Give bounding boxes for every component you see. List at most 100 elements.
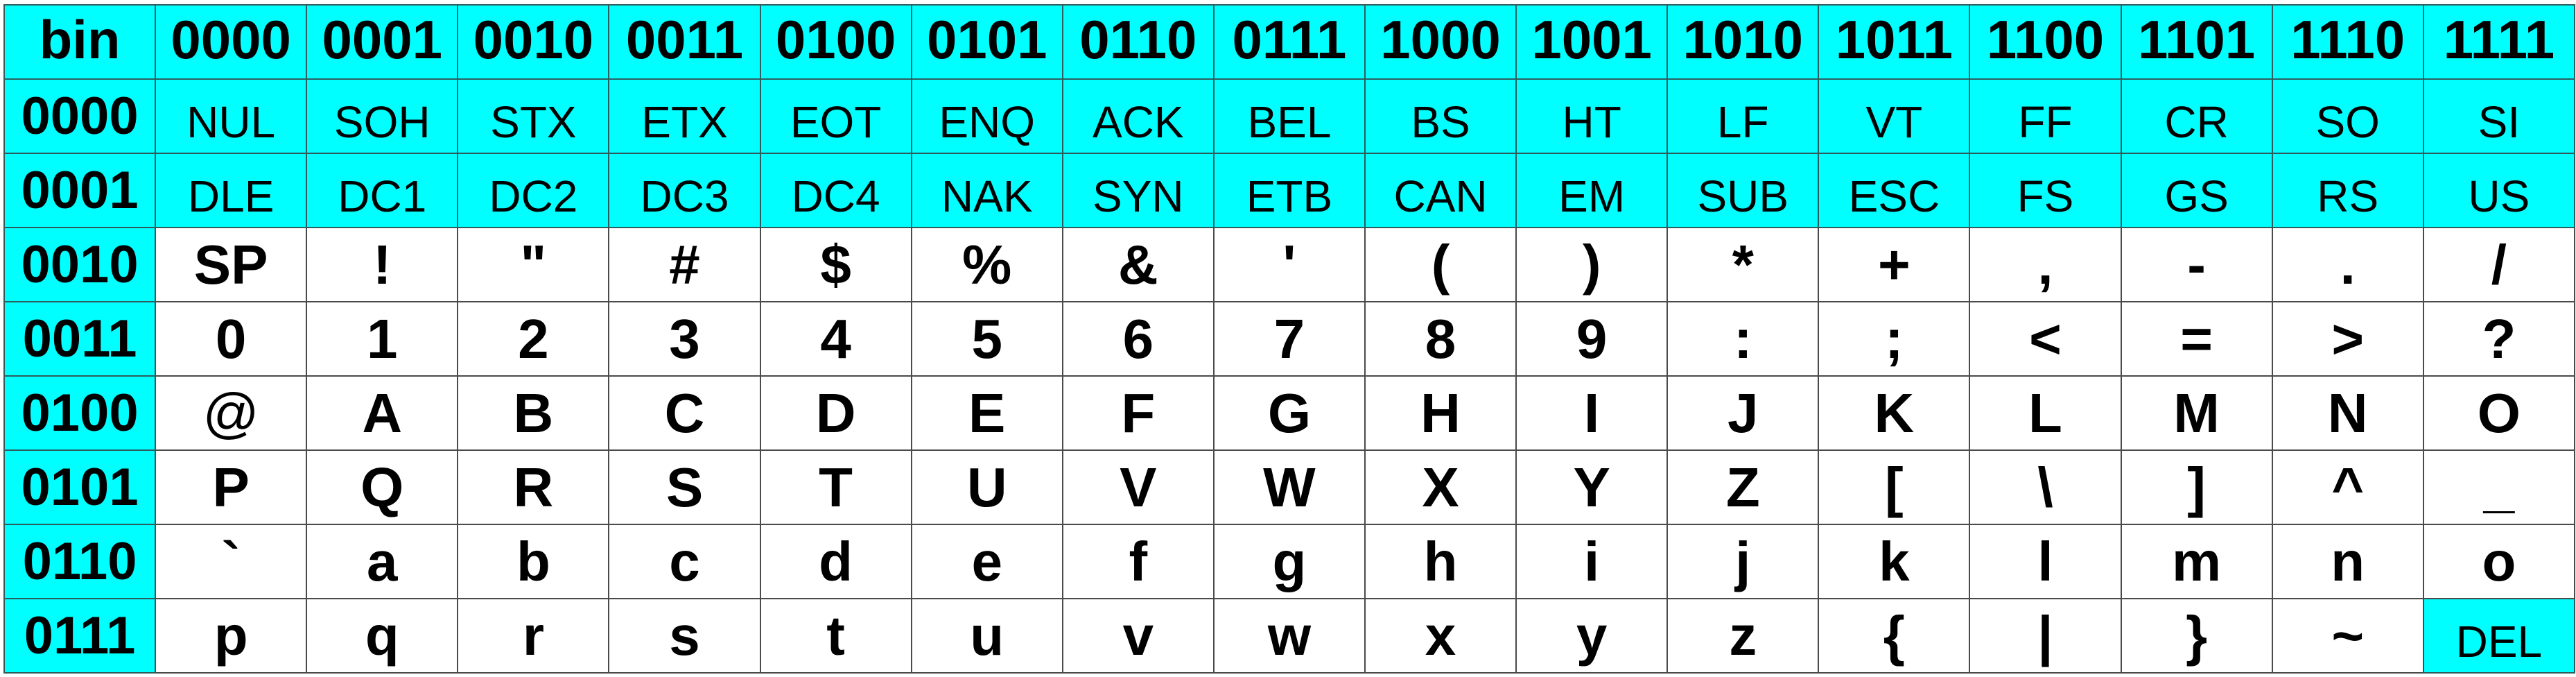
printable-char-cell: [ [1818, 449, 1971, 525]
row-header: 0110 [3, 524, 157, 599]
printable-char-cell: r [457, 598, 610, 674]
printable-char-cell: K [1818, 375, 1971, 451]
printable-char-cell: 8 [1364, 301, 1517, 377]
control-char-cell: ESC [1818, 153, 1971, 228]
printable-char-cell: ] [2120, 449, 2273, 525]
column-header: 1011 [1818, 4, 1971, 80]
printable-char-cell: - [2120, 227, 2273, 302]
printable-char-cell: L [1969, 375, 2122, 451]
column-header: 0111 [1212, 4, 1366, 80]
printable-char-cell: . [2271, 227, 2424, 302]
printable-char-cell: j [1666, 524, 1820, 599]
printable-char-cell: | [1969, 598, 2122, 674]
printable-char-cell: ( [1364, 227, 1517, 302]
printable-char-cell: 5 [910, 301, 1063, 377]
printable-char-cell: / [2422, 227, 2576, 302]
printable-char-cell: ; [1818, 301, 1971, 377]
printable-char-cell: v [1061, 598, 1215, 674]
printable-char-cell: T [759, 449, 912, 525]
control-char-cell: RS [2271, 153, 2424, 228]
printable-char-cell: Z [1666, 449, 1820, 525]
printable-char-cell: d [759, 524, 912, 599]
printable-char-cell: , [1969, 227, 2122, 302]
printable-char-cell: i [1515, 524, 1669, 599]
column-header: 1100 [1969, 4, 2122, 80]
printable-char-cell: 0 [155, 301, 308, 377]
printable-char-cell: e [910, 524, 1063, 599]
printable-char-cell: \ [1969, 449, 2122, 525]
printable-char-cell: b [457, 524, 610, 599]
row-header: 0101 [3, 449, 157, 525]
printable-char-cell: t [759, 598, 912, 674]
row-header: 0111 [3, 598, 157, 674]
control-char-cell: NUL [155, 78, 308, 154]
printable-char-cell: { [1818, 598, 1971, 674]
printable-char-cell: n [2271, 524, 2424, 599]
printable-char-cell: H [1364, 375, 1517, 451]
printable-char-cell: E [910, 375, 1063, 451]
control-char-cell: EOT [759, 78, 912, 154]
printable-char-cell: + [1818, 227, 1971, 302]
column-header: 0011 [608, 4, 761, 80]
printable-char-cell: D [759, 375, 912, 451]
printable-char-cell: C [608, 375, 761, 451]
row-header: 0001 [3, 153, 157, 228]
printable-char-cell: A [306, 375, 459, 451]
control-char-cell: DLE [155, 153, 308, 228]
printable-char-cell: h [1364, 524, 1517, 599]
control-char-cell: FF [1969, 78, 2122, 154]
table-row: 0110 ` a b c d e f g h i j k l m n o [3, 524, 2576, 599]
table-row: 0000 NUL SOH STX ETX EOT ENQ ACK BEL BS HT LF VT FF CR… [3, 78, 2576, 154]
control-char-cell: CR [2120, 78, 2273, 154]
control-char-cell: DC1 [306, 153, 459, 228]
control-char-cell: GS [2120, 153, 2273, 228]
printable-char-cell: J [1666, 375, 1820, 451]
control-char-cell: CAN [1364, 153, 1517, 228]
table-row: 0010 SP! " # $% & '() * +, -. / [3, 227, 2576, 302]
printable-char-cell: y [1515, 598, 1669, 674]
printable-char-cell: z [1666, 598, 1820, 674]
printable-char-cell: l [1969, 524, 2122, 599]
control-char-cell: SYN [1061, 153, 1215, 228]
control-char-cell: ENQ [910, 78, 1063, 154]
column-header: 1111 [2422, 4, 2576, 80]
printable-char-cell: o [2422, 524, 2576, 599]
column-header: 1000 [1364, 4, 1517, 80]
printable-char-cell: a [306, 524, 459, 599]
printable-char-cell: p [155, 598, 308, 674]
column-header: 0001 [306, 4, 459, 80]
row-header: 0010 [3, 227, 157, 302]
table-row: 0100 @ A B C D E F G H I J K L M N O [3, 375, 2576, 451]
control-char-cell: BS [1364, 78, 1517, 154]
printable-char-cell: > [2271, 301, 2424, 377]
printable-char-cell: B [457, 375, 610, 451]
control-char-cell: US [2422, 153, 2576, 228]
printable-char-cell: ) [1515, 227, 1669, 302]
printable-char-cell: Y [1515, 449, 1669, 525]
control-char-cell: BEL [1212, 78, 1366, 154]
column-header: 0100 [759, 4, 912, 80]
printable-char-cell: N [2271, 375, 2424, 451]
printable-char-cell: u [910, 598, 1063, 674]
table-row: 0011 0 1 2 3 4 5 6 7 8 9:; < = >? [3, 301, 2576, 377]
printable-char-cell: & [1061, 227, 1215, 302]
column-header-row: bin 0000 0001 0010 0011 0100 0101 0110 0111 1000… [3, 4, 2576, 80]
table-row: 0111 p q r s t u v w x y z{|} ~ DEL [3, 598, 2576, 674]
printable-char-cell: 6 [1061, 301, 1215, 377]
column-header: 0101 [910, 4, 1063, 80]
printable-char-cell: X [1364, 449, 1517, 525]
printable-char-cell: * [1666, 227, 1820, 302]
printable-char-cell: ` [155, 524, 308, 599]
control-char-cell: DEL [2422, 598, 2576, 674]
printable-char-cell: O [2422, 375, 2576, 451]
printable-char-cell: x [1364, 598, 1517, 674]
printable-char-cell: 1 [306, 301, 459, 377]
printable-char-cell: k [1818, 524, 1971, 599]
row-header: 0011 [3, 301, 157, 377]
table-row: 0101 P Q R S T U V W X Y Z[\] ^ _ [3, 449, 2576, 525]
printable-char-cell: I [1515, 375, 1669, 451]
column-header: 1001 [1515, 4, 1669, 80]
table-row: 0001 DLE DC1 DC2 DC3 DC4 NAK SYN ETB CAN EM SUB ESC F… [3, 153, 2576, 228]
control-char-cell: STX [457, 78, 610, 154]
table-body: bin 0000 0001 0010 0011 0100 0101 0110 0111 1000… [3, 4, 2576, 674]
